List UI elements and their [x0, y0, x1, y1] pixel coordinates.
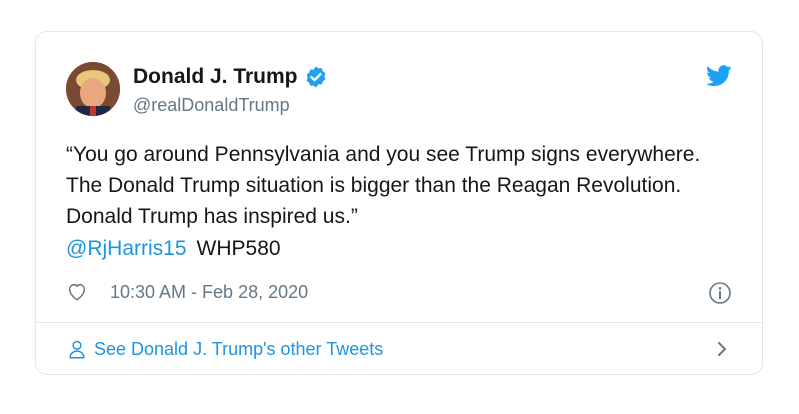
avatar[interactable] — [66, 62, 120, 116]
twitter-bird-icon[interactable] — [706, 65, 732, 87]
tweet-tag: WHP580 — [196, 237, 281, 260]
tweet-timestamp[interactable]: 10:30 AM - Feb 28, 2020 — [110, 282, 308, 303]
display-name[interactable]: Donald J. Trump — [133, 65, 298, 89]
heart-icon[interactable] — [66, 281, 88, 303]
person-icon — [69, 340, 85, 359]
info-icon[interactable] — [708, 281, 732, 305]
verified-badge-icon — [306, 66, 325, 88]
other-tweets-link[interactable]: See Donald J. Trump's other Tweets — [66, 323, 732, 375]
other-tweets-label[interactable]: See Donald J. Trump's other Tweets — [94, 339, 383, 360]
chevron-right-icon[interactable] — [712, 338, 732, 360]
mention-link[interactable]: @RjHarris15 — [66, 237, 187, 260]
user-handle[interactable]: @realDonaldTrump — [133, 95, 290, 116]
tweet-text: “You go around Pennsylvania and you see … — [66, 143, 701, 228]
tweet-card: Donald J. Trump @realDonaldTrump “You go… — [35, 31, 763, 375]
